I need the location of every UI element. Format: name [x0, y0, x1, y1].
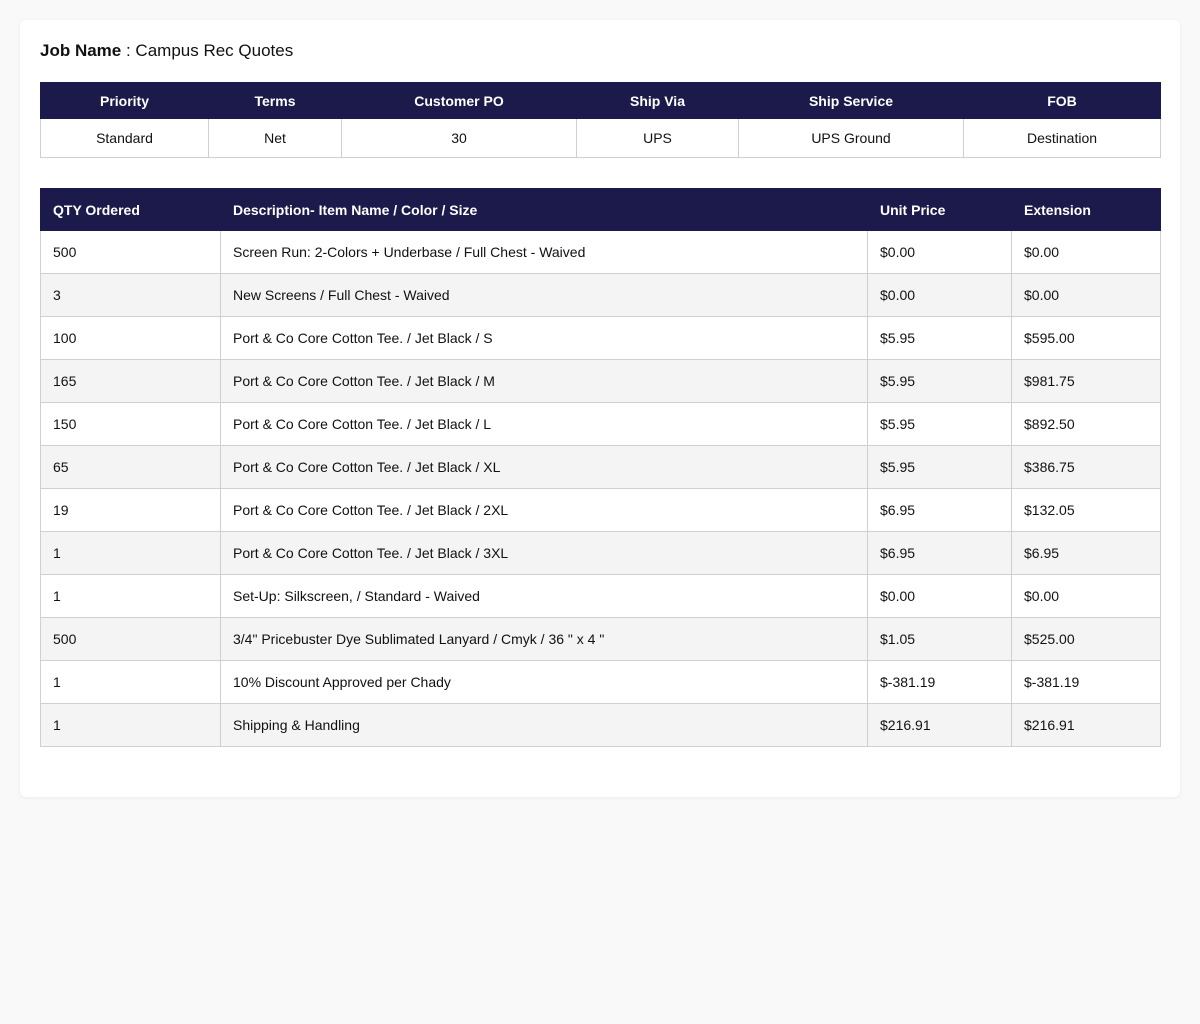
order-info-table: Priority Terms Customer PO Ship Via Ship…: [40, 82, 1161, 158]
unit-price-cell: $-381.19: [867, 660, 1012, 704]
extension-cell: $132.05: [1011, 488, 1161, 532]
order-info-fob: Destination: [963, 118, 1161, 158]
table-row: 1 Port & Co Core Cotton Tee. / Jet Black…: [40, 531, 1161, 575]
header-qty-ordered: QTY Ordered: [40, 188, 221, 231]
qty-cell: 500: [40, 617, 221, 661]
order-info-terms: Net: [208, 118, 342, 158]
table-row: 19 Port & Co Core Cotton Tee. / Jet Blac…: [40, 488, 1161, 532]
order-info-customer-po: 30: [341, 118, 577, 158]
description-cell: 10% Discount Approved per Chady: [220, 660, 868, 704]
description-cell: Port & Co Core Cotton Tee. / Jet Black /…: [220, 445, 868, 489]
extension-cell: $6.95: [1011, 531, 1161, 575]
unit-price-cell: $0.00: [867, 230, 1012, 274]
order-info-header-fob: FOB: [963, 82, 1161, 119]
order-info-value-row: Standard Net 30 UPS UPS Ground Destinati…: [40, 118, 1161, 158]
header-extension: Extension: [1011, 188, 1161, 231]
extension-cell: $525.00: [1011, 617, 1161, 661]
description-cell: Set-Up: Silkscreen, / Standard - Waived: [220, 574, 868, 618]
extension-cell: $216.91: [1011, 703, 1161, 747]
qty-cell: 1: [40, 660, 221, 704]
description-cell: Port & Co Core Cotton Tee. / Jet Black /…: [220, 316, 868, 360]
table-row: 100 Port & Co Core Cotton Tee. / Jet Bla…: [40, 316, 1161, 360]
job-name-heading: Job Name : Campus Rec Quotes: [40, 40, 1160, 62]
table-row: 1 10% Discount Approved per Chady $-381.…: [40, 660, 1161, 704]
description-cell: Shipping & Handling: [220, 703, 868, 747]
line-items-header-row: QTY Ordered Description- Item Name / Col…: [40, 188, 1161, 231]
order-info-header-customer-po: Customer PO: [341, 82, 577, 119]
unit-price-cell: $6.95: [867, 531, 1012, 575]
unit-price-cell: $1.05: [867, 617, 1012, 661]
job-name-separator: :: [121, 41, 136, 60]
description-cell: Screen Run: 2-Colors + Underbase / Full …: [220, 230, 868, 274]
order-info-ship-service: UPS Ground: [738, 118, 964, 158]
qty-cell: 1: [40, 574, 221, 618]
job-name-label: Job Name: [40, 41, 122, 60]
order-info-header-priority: Priority: [40, 82, 209, 119]
unit-price-cell: $0.00: [867, 273, 1012, 317]
header-description: Description- Item Name / Color / Size: [220, 188, 868, 231]
table-row: 500 Screen Run: 2-Colors + Underbase / F…: [40, 230, 1161, 274]
qty-cell: 165: [40, 359, 221, 403]
table-row: 165 Port & Co Core Cotton Tee. / Jet Bla…: [40, 359, 1161, 403]
qty-cell: 1: [40, 531, 221, 575]
job-name-value: Campus Rec Quotes: [135, 41, 294, 60]
order-info-header-ship-service: Ship Service: [738, 82, 964, 119]
table-row: 3 New Screens / Full Chest - Waived $0.0…: [40, 273, 1161, 317]
description-cell: Port & Co Core Cotton Tee. / Jet Black /…: [220, 531, 868, 575]
extension-cell: $386.75: [1011, 445, 1161, 489]
table-row: 500 3/4" Pricebuster Dye Sublimated Lany…: [40, 617, 1161, 661]
extension-cell: $595.00: [1011, 316, 1161, 360]
order-info-priority: Standard: [40, 118, 209, 158]
table-row: 1 Set-Up: Silkscreen, / Standard - Waive…: [40, 574, 1161, 618]
qty-cell: 65: [40, 445, 221, 489]
header-unit-price: Unit Price: [867, 188, 1012, 231]
unit-price-cell: $0.00: [867, 574, 1012, 618]
unit-price-cell: $5.95: [867, 316, 1012, 360]
unit-price-cell: $5.95: [867, 445, 1012, 489]
qty-cell: 150: [40, 402, 221, 446]
qty-cell: 100: [40, 316, 221, 360]
line-items-table: QTY Ordered Description- Item Name / Col…: [40, 188, 1161, 747]
unit-price-cell: $5.95: [867, 359, 1012, 403]
extension-cell: $0.00: [1011, 230, 1161, 274]
extension-cell: $981.75: [1011, 359, 1161, 403]
table-row: 1 Shipping & Handling $216.91 $216.91: [40, 703, 1161, 747]
order-info-ship-via: UPS: [576, 118, 739, 158]
extension-cell: $0.00: [1011, 273, 1161, 317]
description-cell: Port & Co Core Cotton Tee. / Jet Black /…: [220, 488, 868, 532]
qty-cell: 500: [40, 230, 221, 274]
qty-cell: 1: [40, 703, 221, 747]
description-cell: New Screens / Full Chest - Waived: [220, 273, 868, 317]
extension-cell: $0.00: [1011, 574, 1161, 618]
description-cell: Port & Co Core Cotton Tee. / Jet Black /…: [220, 402, 868, 446]
unit-price-cell: $5.95: [867, 402, 1012, 446]
extension-cell: $-381.19: [1011, 660, 1161, 704]
qty-cell: 3: [40, 273, 221, 317]
description-cell: Port & Co Core Cotton Tee. / Jet Black /…: [220, 359, 868, 403]
description-cell: 3/4" Pricebuster Dye Sublimated Lanyard …: [220, 617, 868, 661]
order-info-header-terms: Terms: [208, 82, 342, 119]
unit-price-cell: $216.91: [867, 703, 1012, 747]
table-row: 65 Port & Co Core Cotton Tee. / Jet Blac…: [40, 445, 1161, 489]
order-info-header-ship-via: Ship Via: [576, 82, 739, 119]
quote-card: Job Name : Campus Rec Quotes Priority Te…: [20, 20, 1180, 797]
qty-cell: 19: [40, 488, 221, 532]
unit-price-cell: $6.95: [867, 488, 1012, 532]
extension-cell: $892.50: [1011, 402, 1161, 446]
order-info-header-row: Priority Terms Customer PO Ship Via Ship…: [40, 82, 1161, 119]
table-row: 150 Port & Co Core Cotton Tee. / Jet Bla…: [40, 402, 1161, 446]
